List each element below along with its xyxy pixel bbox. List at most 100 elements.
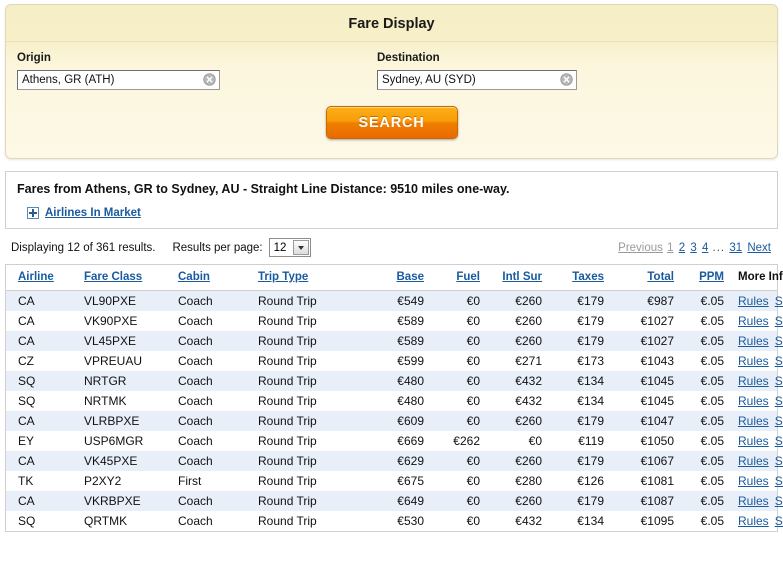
cell-taxes: €134 <box>548 371 612 391</box>
table-row: SQ NRTGR Coach Round Trip €480 €0 €432 €134 €104… <box>6 371 783 391</box>
more-info-link-rules[interactable]: Rules <box>738 434 769 448</box>
cell-fuel: €0 <box>432 511 486 531</box>
cell-base: €589 <box>362 331 432 351</box>
more-info-link-rules[interactable]: Rules <box>738 474 769 488</box>
more-info-link-schedules[interactable]: Schedules <box>775 354 783 368</box>
cell-total: €1067 <box>612 451 680 471</box>
more-info-link-rules[interactable]: Rules <box>738 394 769 408</box>
column-header-fuel[interactable]: Fuel <box>432 265 486 291</box>
pager-page-1: 1 <box>667 241 674 254</box>
cell-cabin: Coach <box>166 290 244 311</box>
chevron-down-icon[interactable] <box>292 240 309 255</box>
table-row: CA VK45PXE Coach Round Trip €629 €0 €260 €179 €1… <box>6 451 783 471</box>
more-info-link-schedules[interactable]: Schedules <box>775 414 783 428</box>
cell-taxes: €134 <box>548 511 612 531</box>
cell-cabin: First <box>166 471 244 491</box>
cell-airline: CA <box>6 290 70 311</box>
cell-fare-class: VPREUAU <box>70 351 166 371</box>
cell-airline: CA <box>6 311 70 331</box>
fares-table-head: Airline Fare Class Cabin Trip Type Base … <box>6 265 783 291</box>
pager-page-2[interactable]: 2 <box>679 242 685 254</box>
cell-fuel: €0 <box>432 331 486 351</box>
cell-intl-sur: €260 <box>486 290 548 311</box>
destination-label: Destination <box>377 52 440 64</box>
column-header-airline[interactable]: Airline <box>6 265 70 291</box>
more-info-link-rules[interactable]: Rules <box>738 454 769 468</box>
column-header-cabin[interactable]: Cabin <box>166 265 244 291</box>
more-info-link-rules[interactable]: Rules <box>738 374 769 388</box>
more-info-link-rules[interactable]: Rules <box>738 314 769 328</box>
search-button-row: SEARCH <box>6 106 777 139</box>
more-info-link-rules[interactable]: Rules <box>738 354 769 368</box>
origin-input-wrap <box>17 70 220 90</box>
more-info-link-rules[interactable]: Rules <box>738 334 769 348</box>
cell-fare-class: QRTMK <box>70 511 166 531</box>
plus-box-icon[interactable] <box>27 207 39 219</box>
airlines-in-market-link[interactable]: Airlines In Market <box>45 207 141 219</box>
cell-more-info: RulesSchedulesFind <box>730 491 783 511</box>
more-info-link-rules[interactable]: Rules <box>738 494 769 508</box>
more-info-link-schedules[interactable]: Schedules <box>775 374 783 388</box>
cell-total: €1027 <box>612 331 680 351</box>
more-info-link-schedules[interactable]: Schedules <box>775 334 783 348</box>
pager-page-3[interactable]: 3 <box>690 242 696 254</box>
table-row: EY USP6MGR Coach Round Trip €669 €262 €0 €119 €1… <box>6 431 783 451</box>
cell-intl-sur: €260 <box>486 491 548 511</box>
cell-airline: CZ <box>6 351 70 371</box>
cell-airline: EY <box>6 431 70 451</box>
cell-intl-sur: €432 <box>486 391 548 411</box>
more-info-link-schedules[interactable]: Schedules <box>775 494 783 508</box>
cell-more-info: RulesSchedulesFind <box>730 311 783 331</box>
column-header-taxes[interactable]: Taxes <box>548 265 612 291</box>
cell-total: €1081 <box>612 471 680 491</box>
pager-page-4[interactable]: 4 <box>702 242 708 254</box>
cell-ppm: €.05 <box>680 391 730 411</box>
pager-links: Previous 1 2 3 4 ... 31 Next <box>618 242 772 254</box>
cell-intl-sur: €0 <box>486 431 548 451</box>
column-header-ppm[interactable]: PPM <box>680 265 730 291</box>
more-info-link-schedules[interactable]: Schedules <box>775 314 783 328</box>
table-row: CZ VPREUAU Coach Round Trip €599 €0 €271 €173 €1… <box>6 351 783 371</box>
more-info-link-rules[interactable]: Rules <box>738 514 769 528</box>
origin-input[interactable] <box>17 70 220 90</box>
cell-taxes: €126 <box>548 471 612 491</box>
table-row: SQ NRTMK Coach Round Trip €480 €0 €432 €134 €104… <box>6 391 783 411</box>
origin-label: Origin <box>17 52 51 64</box>
cell-fare-class: VK45PXE <box>70 451 166 471</box>
cell-ppm: €.05 <box>680 290 730 311</box>
column-header-intl-sur[interactable]: Intl Sur <box>486 265 548 291</box>
more-info-link-schedules[interactable]: Schedules <box>775 394 783 408</box>
pager-last-page[interactable]: 31 <box>729 242 742 254</box>
more-info-link-schedules[interactable]: Schedules <box>775 474 783 488</box>
pager-next[interactable]: Next <box>747 242 771 254</box>
column-header-base[interactable]: Base <box>362 265 432 291</box>
more-info-link-schedules[interactable]: Schedules <box>775 514 783 528</box>
more-info-link-rules[interactable]: Rules <box>738 414 769 428</box>
cell-trip-type: Round Trip <box>244 511 362 531</box>
search-button[interactable]: SEARCH <box>325 106 458 139</box>
column-header-fare-class[interactable]: Fare Class <box>70 265 166 291</box>
column-header-total[interactable]: Total <box>612 265 680 291</box>
clear-circle-icon[interactable] <box>560 73 573 86</box>
cell-ppm: €.05 <box>680 511 730 531</box>
more-info-link-schedules[interactable]: Schedules <box>775 454 783 468</box>
destination-input[interactable] <box>377 70 577 90</box>
cell-airline: CA <box>6 451 70 471</box>
cell-total: €1045 <box>612 391 680 411</box>
cell-more-info: RulesSchedulesFind <box>730 290 783 311</box>
airlines-in-market-row[interactable]: Airlines In Market <box>17 207 777 219</box>
column-header-trip-type[interactable]: Trip Type <box>244 265 362 291</box>
clear-circle-icon[interactable] <box>203 73 216 86</box>
cell-fuel: €0 <box>432 290 486 311</box>
table-row: CA VL45PXE Coach Round Trip €589 €0 €260 €179 €1… <box>6 331 783 351</box>
results-summary-box: Fares from Athens, GR to Sydney, AU - St… <box>5 171 778 229</box>
cell-trip-type: Round Trip <box>244 311 362 331</box>
results-per-page-select[interactable]: 12 <box>268 238 311 257</box>
cell-trip-type: Round Trip <box>244 451 362 471</box>
table-header-row: Airline Fare Class Cabin Trip Type Base … <box>6 265 783 291</box>
more-info-link-schedules[interactable]: Schedules <box>775 294 783 308</box>
more-info-link-schedules[interactable]: Schedules <box>775 434 783 448</box>
more-info-link-rules[interactable]: Rules <box>738 294 769 308</box>
cell-airline: SQ <box>6 511 70 531</box>
cell-ppm: €.05 <box>680 491 730 511</box>
